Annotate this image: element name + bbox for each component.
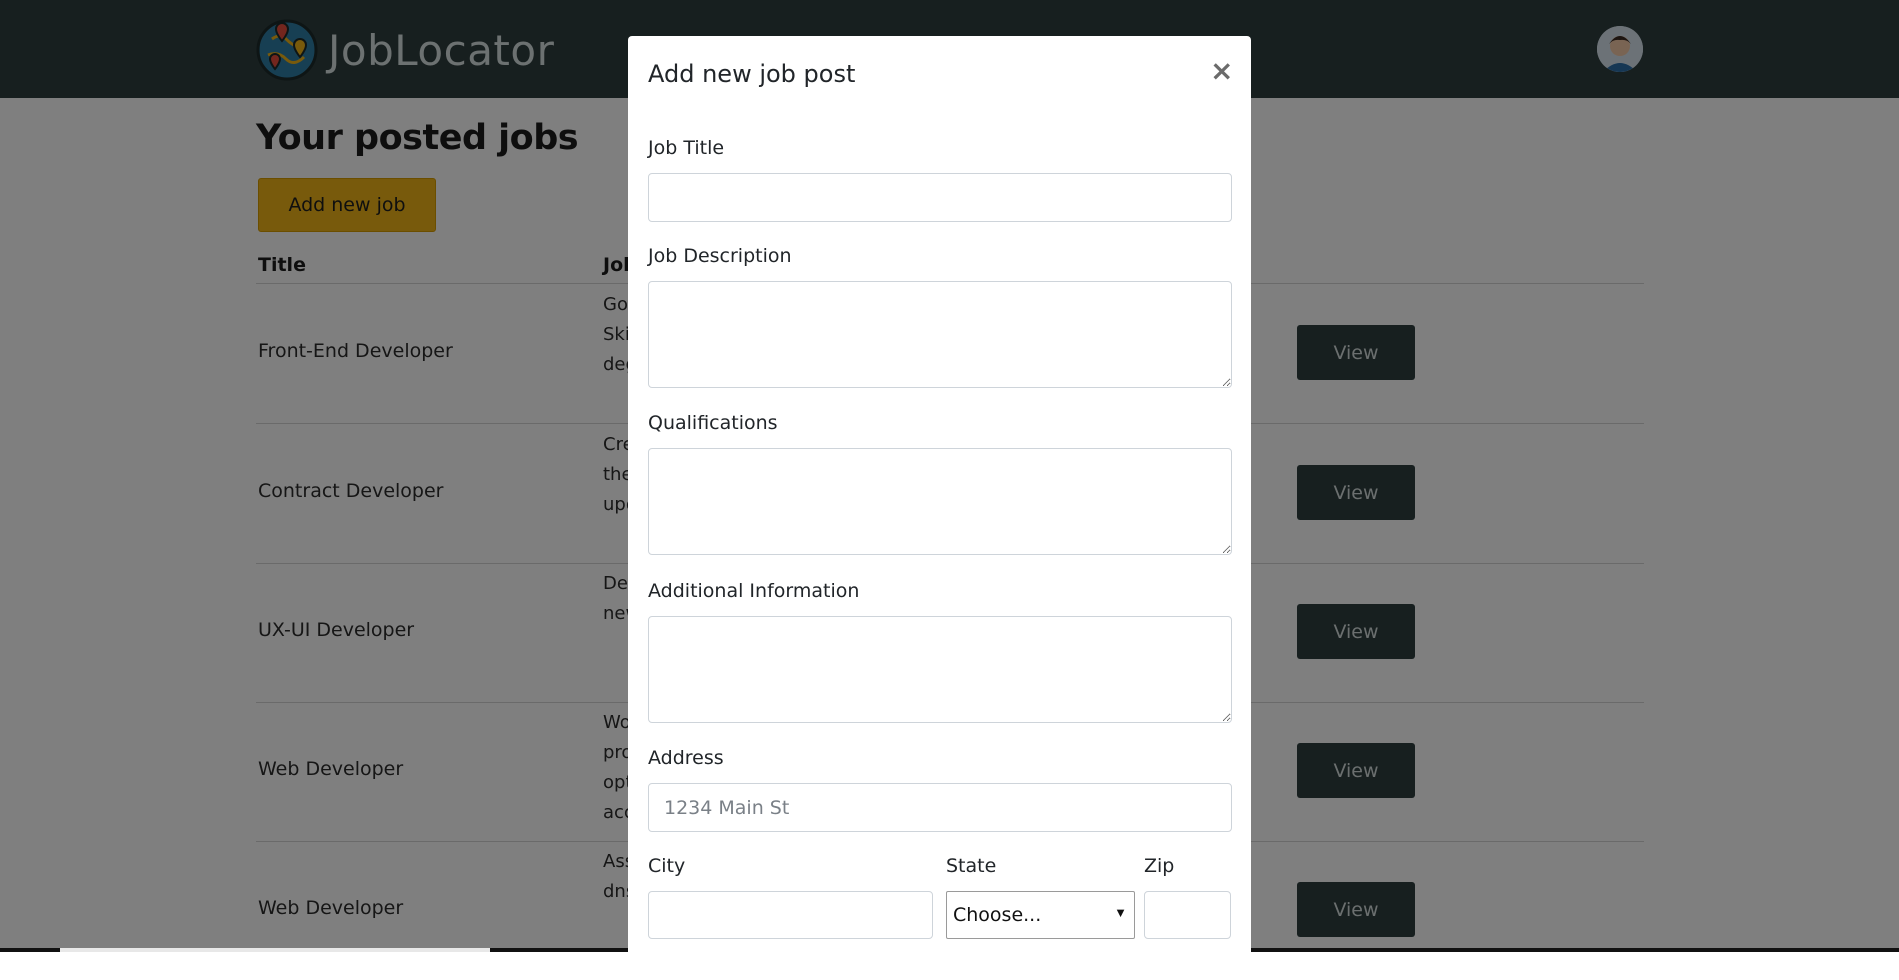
qualifications-label: Qualifications xyxy=(648,412,778,434)
state-label: State xyxy=(946,855,997,877)
additional-information-textarea[interactable] xyxy=(648,616,1232,723)
add-job-modal: Add new job post × Job Title Job Descrip… xyxy=(628,36,1251,952)
qualifications-textarea[interactable] xyxy=(648,448,1232,555)
triangle-down-icon: ▼ xyxy=(1114,905,1127,920)
state-select[interactable]: Choose... ▼ xyxy=(946,891,1135,939)
job-description-label: Job Description xyxy=(648,245,792,267)
zip-input[interactable] xyxy=(1144,891,1231,939)
zip-label: Zip xyxy=(1144,855,1175,877)
close-icon[interactable]: × xyxy=(1210,54,1233,87)
state-select-value: Choose... xyxy=(953,904,1042,926)
job-title-input[interactable] xyxy=(648,173,1232,222)
modal-title: Add new job post xyxy=(648,60,856,88)
address-label: Address xyxy=(648,747,724,769)
city-label: City xyxy=(648,855,686,877)
job-title-label: Job Title xyxy=(648,137,725,159)
additional-information-label: Additional Information xyxy=(648,580,860,602)
city-input[interactable] xyxy=(648,891,933,939)
job-description-textarea[interactable] xyxy=(648,281,1232,388)
bottom-strip-highlight xyxy=(60,948,490,952)
address-input[interactable] xyxy=(648,783,1232,832)
